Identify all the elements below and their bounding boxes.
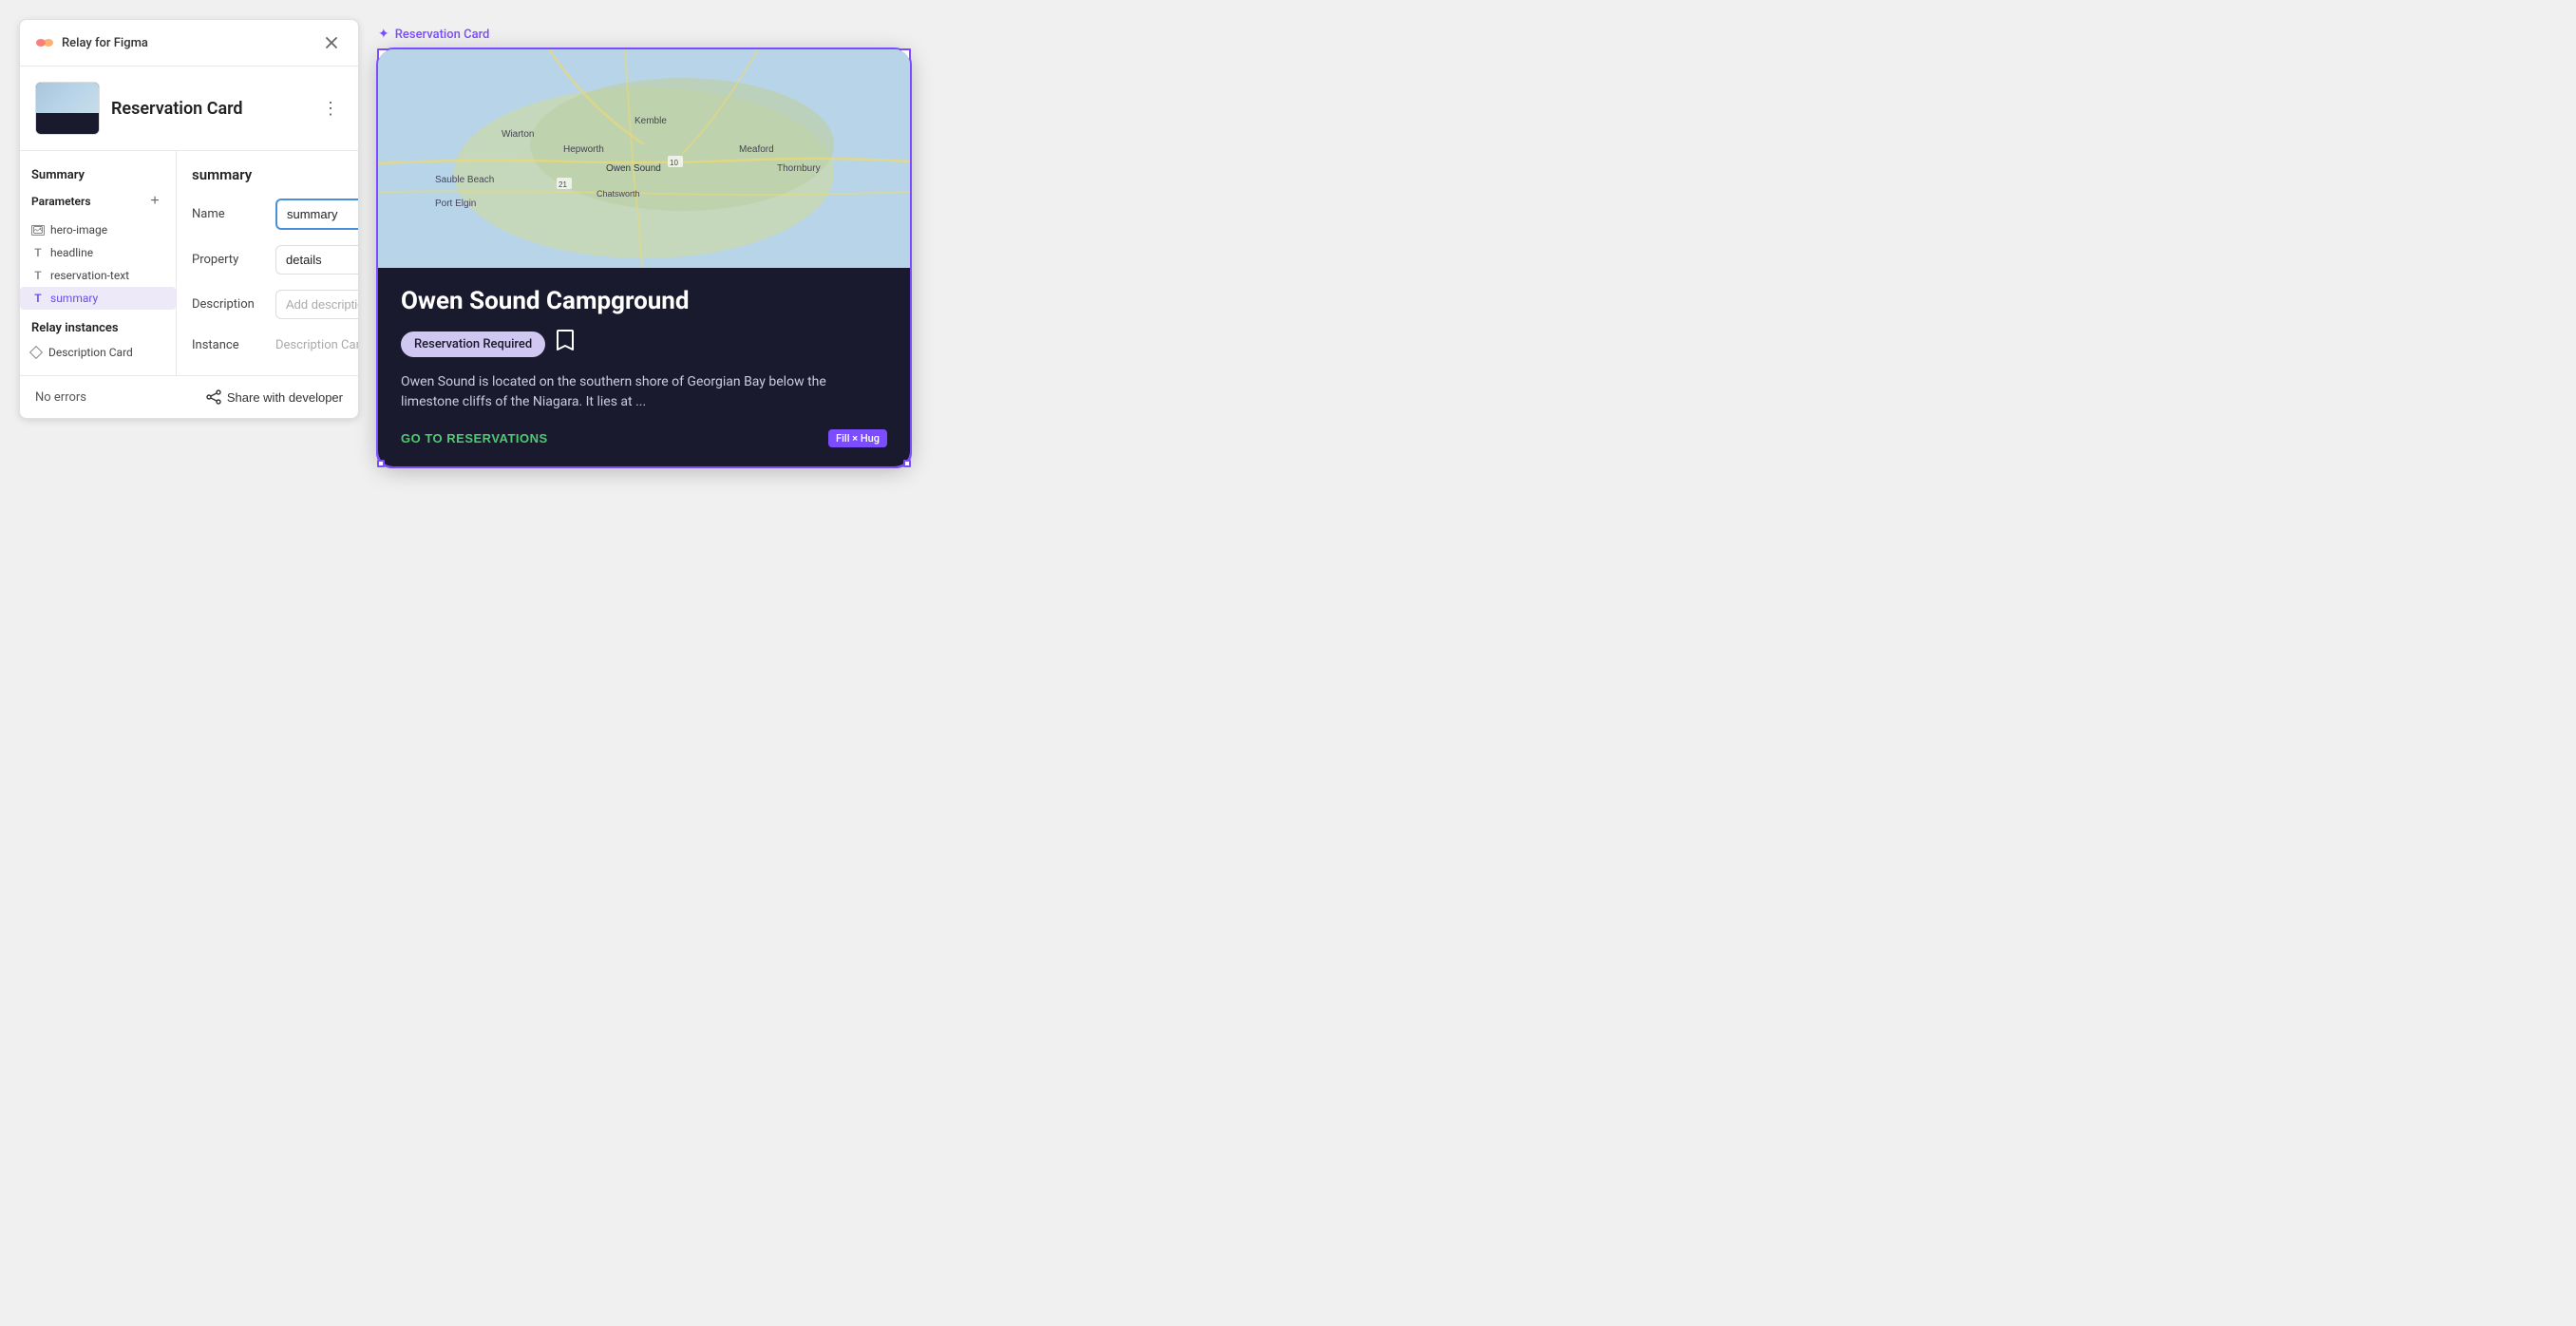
name-input[interactable]	[275, 199, 359, 230]
go-to-reservations-button[interactable]: GO TO RESERVATIONS	[401, 431, 548, 445]
card-body: Owen Sound Campground Reservation Requir…	[378, 268, 910, 466]
sidebar-item-reservation-text[interactable]: T reservation-text	[20, 264, 176, 287]
parameters-label: Parameters	[31, 195, 91, 208]
summary-label: summary	[50, 292, 98, 305]
sidebar-item-hero-image[interactable]: hero-image	[20, 218, 176, 241]
detail-header: summary	[192, 166, 359, 183]
component-icon: ✦	[378, 27, 389, 42]
detail-panel: summary Name Property details summ	[177, 151, 359, 375]
component-thumbnail	[35, 82, 100, 135]
name-field-label: Name	[192, 207, 268, 221]
map-area: Sauble Beach Hepworth Owen Sound Port El…	[378, 49, 910, 268]
share-with-developer-button[interactable]: Share with developer	[206, 389, 343, 405]
description-field-label: Description	[192, 297, 268, 312]
hero-image-label: hero-image	[50, 223, 107, 237]
sidebar-item-summary[interactable]: T summary	[20, 287, 176, 310]
reservation-card: Sauble Beach Hepworth Owen Sound Port El…	[378, 49, 910, 466]
text-icon-reservation: T	[31, 269, 45, 282]
diamond-icon	[29, 346, 43, 359]
close-button[interactable]	[320, 31, 343, 54]
svg-text:Thornbury: Thornbury	[777, 163, 821, 174]
instance-field-label: Instance	[192, 338, 268, 352]
description-text: Owen Sound is located on the southern sh…	[401, 372, 887, 412]
property-field-row: Property details summary text content ▾	[192, 245, 359, 275]
description-card-label: Description Card	[48, 346, 133, 359]
sidebar-item-headline[interactable]: T headline	[20, 241, 176, 264]
reservation-required-badge: Reservation Required	[401, 332, 545, 357]
svg-text:Sauble Beach: Sauble Beach	[435, 175, 494, 185]
svg-text:Kemble: Kemble	[635, 116, 667, 126]
content-area: Summary Parameters + hero-image T	[20, 151, 358, 375]
sidebar: Summary Parameters + hero-image T	[20, 151, 177, 375]
component-info-left: Reservation Card	[35, 82, 243, 135]
share-label: Share with developer	[227, 390, 343, 405]
detail-title: summary	[192, 166, 252, 183]
summary-section-title: Summary	[20, 162, 176, 188]
relay-logo-icon	[35, 33, 54, 52]
card-wrapper: Sauble Beach Hepworth Owen Sound Port El…	[378, 49, 910, 466]
reservation-text-label: reservation-text	[50, 269, 129, 282]
thumbnail-map	[36, 83, 99, 113]
name-field-row: Name	[192, 199, 359, 230]
panel-header: Relay for Figma	[20, 20, 358, 66]
relay-item-description-card[interactable]: Description Card	[20, 341, 176, 364]
close-icon	[325, 36, 338, 49]
thumbnail-dark	[36, 113, 99, 135]
add-parameter-button[interactable]: +	[145, 192, 164, 211]
more-options-button[interactable]: ⋮	[318, 95, 343, 123]
image-icon	[31, 225, 45, 236]
bookmark-button[interactable]	[555, 329, 576, 359]
fill-hug-badge: Fill × Hug	[828, 429, 887, 447]
instance-value: Description Card	[275, 338, 359, 352]
svg-text:Wiarton: Wiarton	[502, 129, 534, 140]
text-icon-headline: T	[31, 246, 45, 259]
preview-label: ✦ Reservation Card	[378, 27, 1269, 42]
svg-text:Hepworth: Hepworth	[563, 144, 604, 155]
bookmark-icon	[555, 329, 576, 353]
svg-text:Port Elgin: Port Elgin	[435, 199, 476, 209]
app-title: Relay for Figma	[62, 36, 148, 50]
svg-text:21: 21	[559, 180, 567, 189]
right-panel: ✦ Reservation Card	[378, 19, 1269, 470]
relay-instances-title: Relay instances	[20, 310, 176, 341]
panel-footer: No errors Share with developer	[20, 375, 358, 418]
svg-text:Owen Sound: Owen Sound	[606, 163, 661, 174]
header-left: Relay for Figma	[35, 33, 148, 52]
tags-row: Reservation Required	[401, 329, 887, 359]
map-svg: Sauble Beach Hepworth Owen Sound Port El…	[378, 49, 910, 268]
svg-text:10: 10	[670, 159, 678, 167]
preview-title: Reservation Card	[395, 28, 490, 42]
campground-title: Owen Sound Campground	[401, 287, 887, 315]
headline-label: headline	[50, 246, 93, 259]
property-select-wrap: details summary text content ▾	[275, 245, 359, 275]
component-info: Reservation Card ⋮	[20, 66, 358, 151]
share-icon	[206, 389, 221, 405]
instance-field-row: Instance Description Card	[192, 334, 359, 356]
description-field-row: Description	[192, 290, 359, 319]
property-select[interactable]: details summary text content	[275, 245, 359, 275]
go-reservations-bar: GO TO RESERVATIONS Fill × Hug	[401, 429, 887, 447]
svg-text:Meaford: Meaford	[739, 144, 774, 155]
property-field-label: Property	[192, 253, 268, 267]
description-input[interactable]	[275, 290, 359, 319]
text-icon-summary: T	[31, 292, 45, 305]
parameters-row: Parameters +	[20, 188, 176, 218]
component-name: Reservation Card	[111, 99, 243, 119]
svg-text:Chatsworth: Chatsworth	[597, 189, 640, 199]
no-errors-text: No errors	[35, 390, 86, 405]
map-background: Sauble Beach Hepworth Owen Sound Port El…	[378, 49, 910, 268]
left-panel: Relay for Figma Reservation Card ⋮ Summa…	[19, 19, 359, 419]
